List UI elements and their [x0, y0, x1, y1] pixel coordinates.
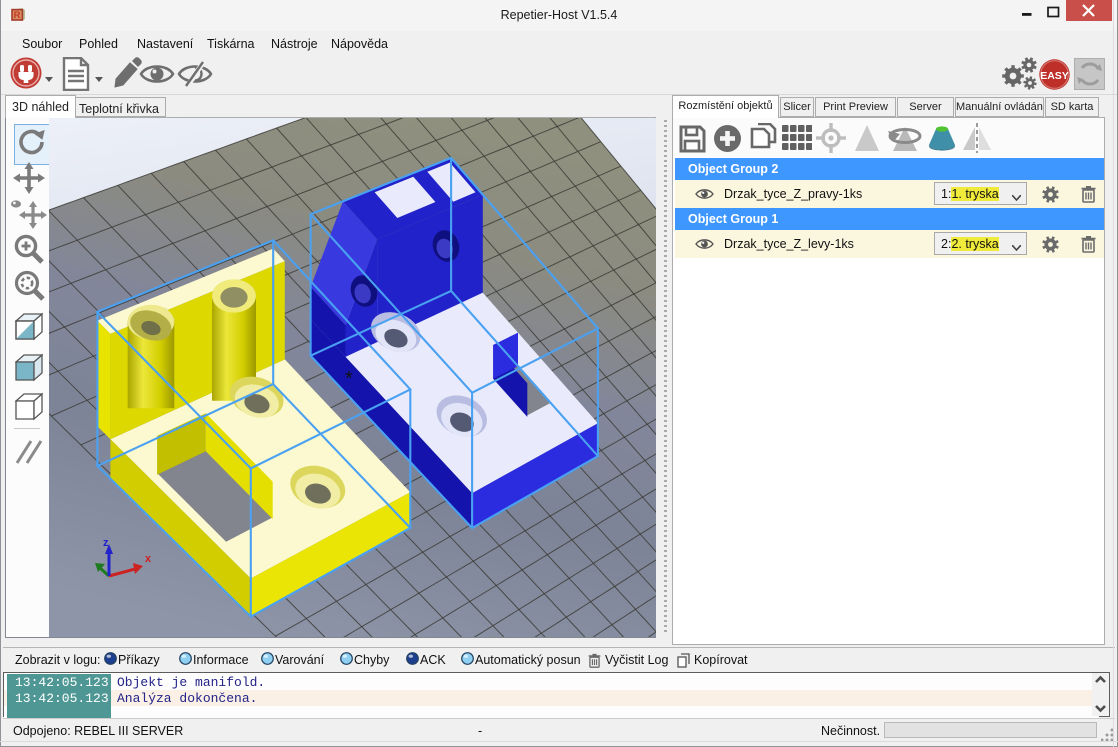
svg-text:*: * [345, 368, 353, 390]
svg-text:EASY: EASY [1040, 70, 1069, 82]
svg-text:z: z [103, 537, 109, 549]
svg-text:x: x [145, 553, 152, 565]
